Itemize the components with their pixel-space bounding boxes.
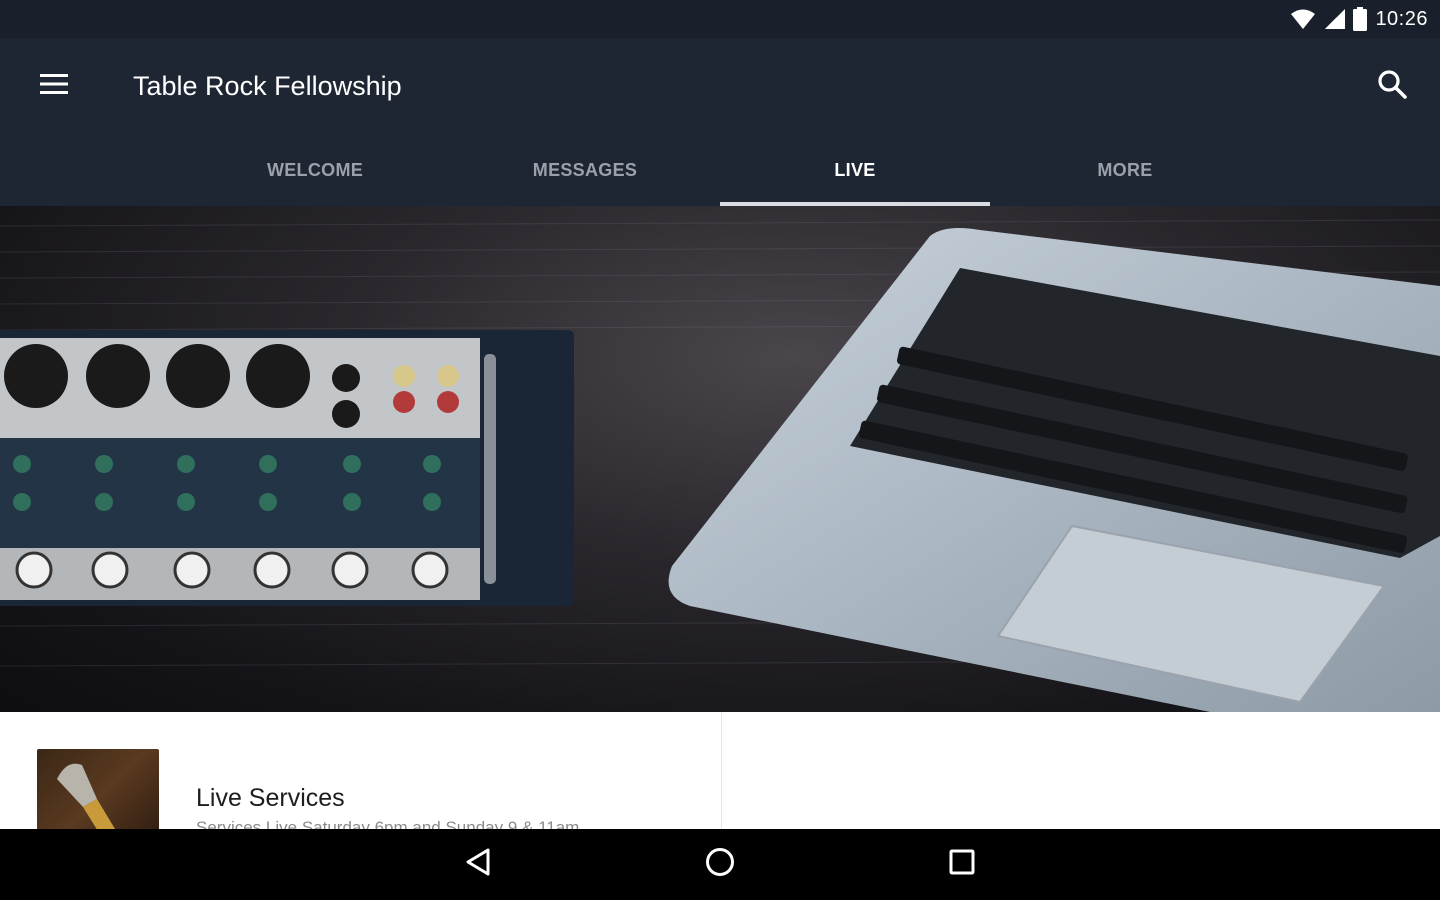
column-divider — [721, 712, 722, 829]
audio-mixer-and-laptop-photo — [0, 219, 1440, 712]
microphone-photo[interactable] — [37, 749, 159, 829]
home-button[interactable] — [689, 834, 751, 896]
recents-button[interactable] — [931, 834, 993, 896]
search-button[interactable] — [1368, 62, 1416, 110]
content-list: Live Services Services Live Saturday 6pm… — [0, 712, 1440, 829]
status-bar: 10:26 — [0, 0, 1440, 38]
tab-welcome[interactable]: WELCOME — [180, 134, 450, 206]
battery-icon — [1353, 7, 1368, 31]
wifi-icon — [1291, 8, 1316, 30]
back-button[interactable] — [447, 834, 509, 896]
tab-messages[interactable]: MESSAGES — [450, 134, 720, 206]
hero-image — [0, 206, 1440, 712]
hamburger-menu-icon — [39, 72, 69, 101]
signal-icon — [1323, 8, 1346, 30]
recents-icon — [949, 849, 975, 880]
list-item-subtitle: Services Live Saturday 6pm and Sunday 9 … — [196, 818, 580, 829]
search-icon — [1377, 69, 1407, 104]
status-time: 10:26 — [1375, 7, 1428, 30]
back-icon — [465, 848, 491, 881]
app-title: Table Rock Fellowship — [133, 71, 402, 101]
system-nav-bar — [0, 829, 1440, 900]
tab-bar: WELCOME MESSAGES LIVE MORE — [180, 134, 1260, 206]
tab-live[interactable]: LIVE — [720, 134, 990, 206]
app-bar: Table Rock Fellowship WELCOME MESSAGES L… — [0, 38, 1440, 206]
tab-more[interactable]: MORE — [990, 134, 1260, 206]
list-item-title[interactable]: Live Services — [196, 784, 345, 813]
menu-button[interactable] — [24, 62, 84, 110]
home-icon — [705, 847, 735, 882]
